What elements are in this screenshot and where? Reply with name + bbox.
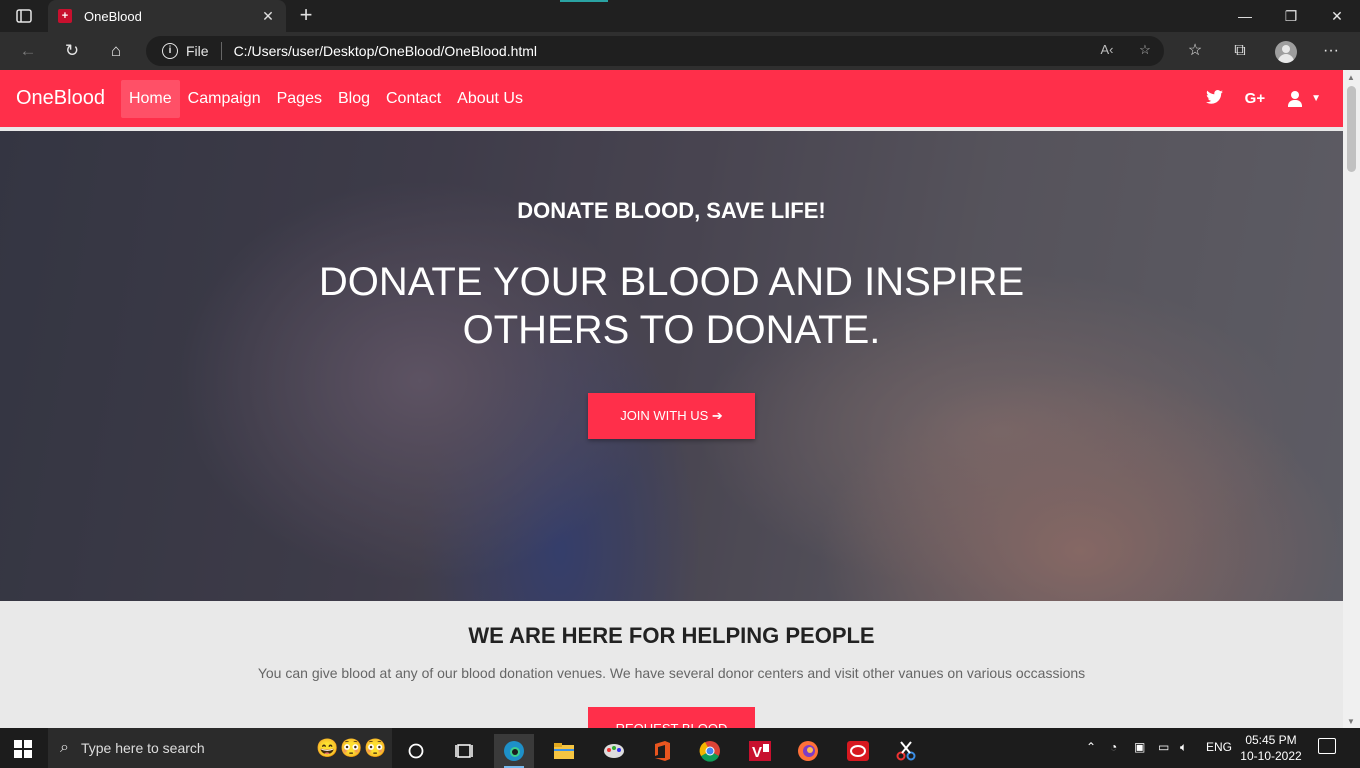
close-tab-icon[interactable]: ✕ (260, 8, 276, 25)
hero-title-line-1: DONATE YOUR BLOOD AND INSPIRE (318, 260, 1025, 304)
twitter-icon[interactable] (1205, 89, 1223, 108)
meet-now-icon[interactable]: ▣ (1134, 740, 1145, 754)
emoji-icon[interactable]: 😳 (364, 738, 386, 759)
window-accent (560, 0, 608, 2)
refresh-icon[interactable]: ↻ (58, 39, 86, 63)
chrome-icon[interactable] (690, 734, 730, 768)
favicon-icon: + (58, 9, 72, 23)
close-window-button[interactable]: ✕ (1314, 0, 1360, 32)
browser-toolbar: ← ↻ ⌂ i File C:/Users/user/Desktop/OneBl… (0, 32, 1360, 70)
volume-icon[interactable]: 🔈︎ (1180, 740, 1187, 755)
file-explorer-icon[interactable] (544, 734, 584, 768)
language-indicator[interactable]: ENG (1206, 740, 1232, 754)
address-bar[interactable]: i File C:/Users/user/Desktop/OneBlood/On… (146, 36, 1164, 66)
web-page: OneBlood Home Campaign Pages Blog Contac… (0, 70, 1343, 728)
back-icon[interactable]: ← (14, 39, 42, 63)
chevron-down-icon[interactable]: ▼ (1311, 93, 1321, 104)
google-plus-icon[interactable]: G+ (1245, 90, 1265, 107)
address-scheme-label: File (186, 43, 209, 59)
taskbar-clock[interactable]: 05:45 PM 10-10-2022 (1240, 732, 1302, 764)
svg-text:V: V (752, 744, 762, 761)
scroll-up-icon[interactable]: ▲ (1347, 73, 1355, 82)
search-placeholder: Type here to search (80, 740, 205, 756)
info-icon[interactable]: i (162, 43, 178, 59)
tab-title: OneBlood (84, 8, 142, 24)
url-text[interactable]: C:/Users/user/Desktop/OneBlood/OneBlood.… (234, 43, 537, 59)
more-icon[interactable]: ··· (1318, 40, 1344, 62)
clock-date: 10-10-2022 (1240, 749, 1302, 763)
browser-tab[interactable]: + OneBlood ✕ (48, 0, 286, 32)
request-blood-button[interactable]: REQUEST BLOOD (588, 707, 755, 728)
emoji-icon[interactable]: 😄 (316, 738, 338, 759)
collections-icon[interactable]: ⧉ (1227, 40, 1253, 62)
add-favorite-icon[interactable]: ☆ (1134, 42, 1156, 60)
scroll-thumb[interactable] (1347, 86, 1356, 172)
section-heading: WE ARE HERE FOR HELPING PEOPLE (468, 623, 875, 648)
site-brand[interactable]: OneBlood (16, 87, 105, 110)
nav-about-us[interactable]: About Us (449, 80, 531, 118)
task-view-icon[interactable] (444, 734, 484, 768)
nav-campaign[interactable]: Campaign (180, 80, 269, 118)
hero-title: DONATE YOUR BLOOD AND INSPIRE OTHERS TO … (0, 258, 1343, 354)
cortana-icon[interactable] (396, 734, 436, 768)
read-aloud-icon[interactable]: A‹ (1096, 42, 1118, 60)
site-navbar: OneBlood Home Campaign Pages Blog Contac… (0, 70, 1343, 127)
address-separator (220, 42, 222, 60)
notification-icon[interactable] (1318, 738, 1336, 754)
new-tab-button[interactable]: + (294, 4, 318, 28)
nav-contact[interactable]: Contact (378, 80, 449, 118)
snipping-tool-icon[interactable] (886, 734, 926, 768)
office-icon[interactable] (642, 734, 682, 768)
paint-icon[interactable] (594, 734, 634, 768)
nav-home[interactable]: Home (120, 79, 180, 118)
browser-tab-bar: + OneBlood ✕ + — ❐ ✕ (0, 0, 1360, 32)
scroll-down-icon[interactable]: ▼ (1347, 717, 1355, 726)
restore-button[interactable]: ❐ (1268, 0, 1314, 32)
profile-avatar[interactable] (1275, 41, 1297, 63)
vlc-app-icon[interactable]: V (740, 734, 780, 768)
hero-subtitle: DONATE BLOOD, SAVE LIFE! (517, 198, 826, 223)
battery-icon[interactable]: ▭ (1158, 740, 1169, 754)
hero-title-line-2: OTHERS TO DONATE. (462, 308, 881, 352)
page-scrollbar[interactable]: ▲ ▼ (1343, 70, 1360, 728)
minimize-button[interactable]: — (1222, 0, 1268, 32)
wifi-icon[interactable]: ◔ (1110, 740, 1117, 754)
join-with-us-button[interactable]: JOIN WITH US ➔ (588, 393, 755, 439)
antivirus-icon[interactable] (838, 734, 878, 768)
clock-time: 05:45 PM (1245, 733, 1297, 747)
search-icon: ⌕ (60, 739, 69, 756)
edge-browser-icon[interactable] (494, 734, 534, 768)
show-hidden-icons-icon[interactable]: ⌃ (1086, 740, 1096, 754)
emoji-icon[interactable]: 😳 (340, 738, 362, 759)
windows-start-icon[interactable] (14, 740, 32, 758)
nav-blog[interactable]: Blog (330, 80, 378, 118)
tab-actions-icon[interactable] (10, 6, 38, 26)
user-icon[interactable] (1287, 90, 1303, 107)
favorites-icon[interactable]: ☆ (1182, 40, 1208, 62)
firefox-icon[interactable] (788, 734, 828, 768)
nav-pages[interactable]: Pages (269, 80, 330, 118)
section-description: You can give blood at any of our blood d… (257, 665, 1086, 681)
home-icon[interactable]: ⌂ (102, 39, 130, 63)
windows-taskbar: ⌕ Type here to search 😄 😳 😳 V ⌃ ◔ ▣ ▭ 🔈︎… (0, 728, 1360, 768)
